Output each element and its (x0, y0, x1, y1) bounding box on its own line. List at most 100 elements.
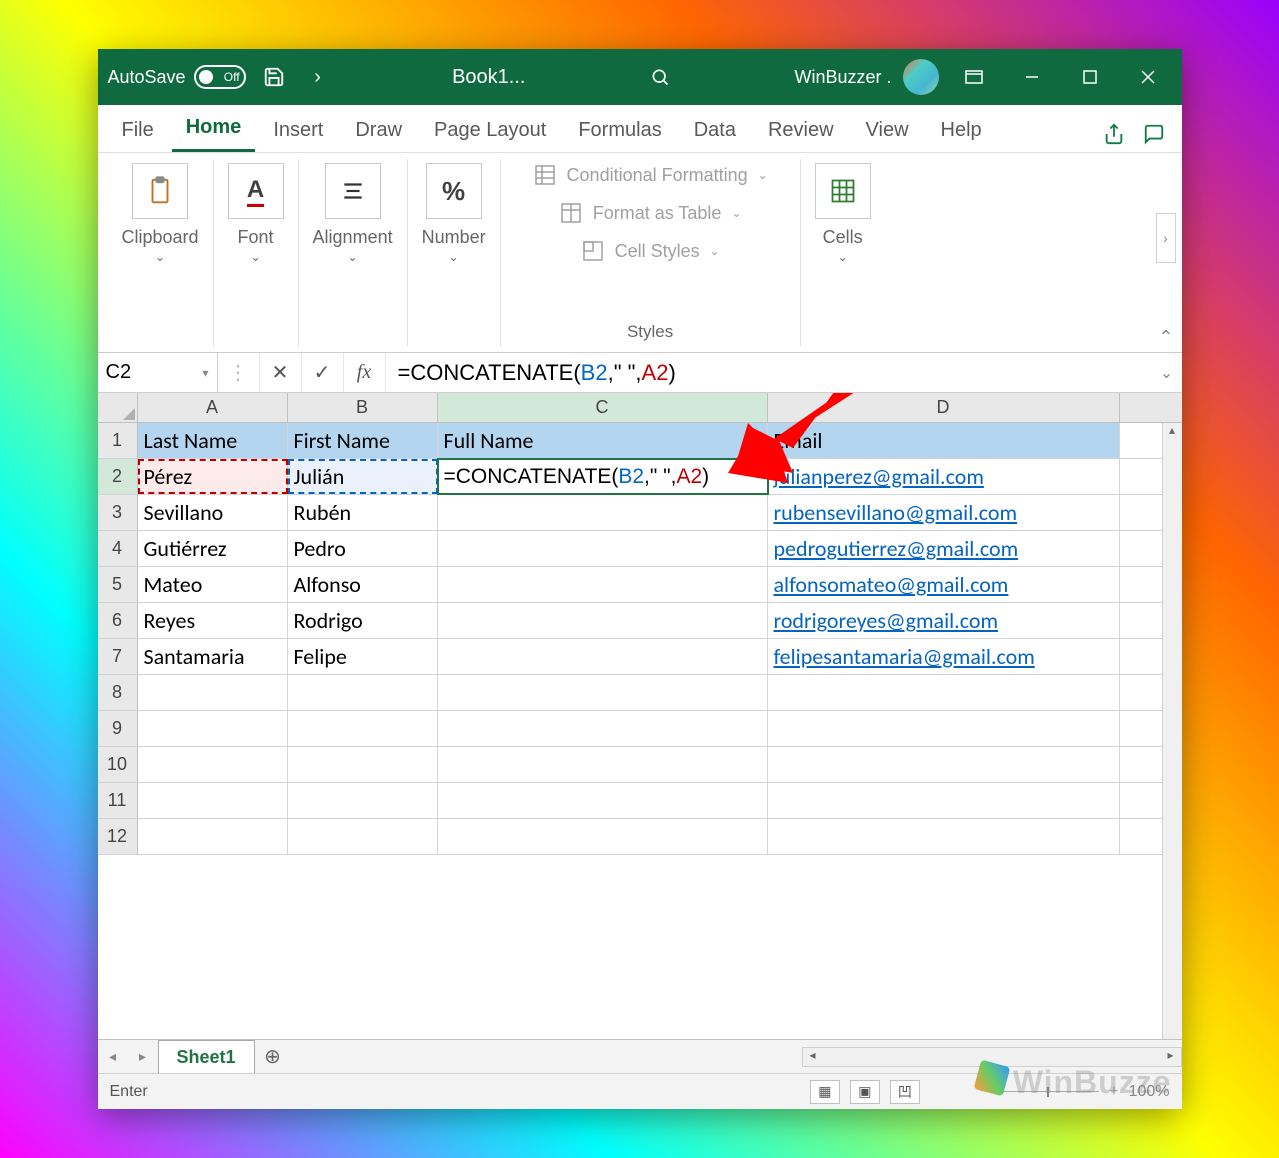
cell[interactable] (768, 711, 1120, 746)
cell[interactable] (768, 783, 1120, 818)
autosave-switch[interactable]: Off (194, 65, 246, 89)
more-qat-icon[interactable]: › (302, 61, 334, 93)
tab-draw[interactable]: Draw (341, 109, 416, 152)
cell-styles-button[interactable]: Cell Styles⌄ (581, 239, 720, 263)
chevron-down-icon[interactable]: ⌄ (155, 250, 165, 264)
cell-first-name[interactable]: Julián (288, 459, 438, 494)
cell-last-name[interactable]: Sevillano (138, 495, 288, 530)
col-header-a[interactable]: A (138, 393, 288, 422)
cell-editing-formula[interactable]: =CONCATENATE(B2," ",A2) (438, 459, 768, 494)
cell[interactable] (138, 747, 288, 782)
cell-last-name[interactable]: Gutiérrez (138, 531, 288, 566)
tab-data[interactable]: Data (680, 109, 750, 152)
cell-first-name[interactable]: Felipe (288, 639, 438, 674)
cell[interactable] (768, 819, 1120, 854)
collapse-ribbon-icon[interactable]: ⌃ (1158, 327, 1173, 348)
fx-button[interactable]: fx (344, 353, 386, 392)
cell[interactable] (138, 783, 288, 818)
row-header[interactable]: 1 (98, 423, 138, 458)
user-avatar[interactable] (903, 59, 939, 95)
header-last-name[interactable]: Last Name (138, 423, 288, 458)
cell[interactable] (288, 747, 438, 782)
tab-insert[interactable]: Insert (259, 109, 337, 152)
header-full-name[interactable]: Full Name (438, 423, 768, 458)
cell-email[interactable]: julianperez@gmail.com (768, 459, 1120, 494)
cell-first-name[interactable]: Rodrigo (288, 603, 438, 638)
view-page-break-icon[interactable]: 凹 (890, 1080, 920, 1104)
cell[interactable] (288, 711, 438, 746)
row-header[interactable]: 9 (98, 711, 138, 746)
sheet-nav-prev[interactable]: ◂ (98, 1048, 128, 1065)
chevron-down-icon[interactable]: ⌄ (838, 250, 848, 264)
cell-first-name[interactable]: Alfonso (288, 567, 438, 602)
tab-view[interactable]: View (852, 109, 923, 152)
cell-first-name[interactable]: Pedro (288, 531, 438, 566)
tab-page-layout[interactable]: Page Layout (420, 109, 560, 152)
tab-review[interactable]: Review (754, 109, 848, 152)
view-page-layout-icon[interactable]: ▣ (850, 1080, 880, 1104)
sheet-nav-next[interactable]: ▸ (128, 1048, 158, 1065)
cell-email[interactable]: rodrigoreyes@gmail.com (768, 603, 1120, 638)
cell-first-name[interactable]: Rubén (288, 495, 438, 530)
minimize-button[interactable] (1009, 61, 1055, 93)
cell[interactable] (438, 711, 768, 746)
cell-full-name[interactable] (438, 639, 768, 674)
cells-button[interactable] (815, 163, 871, 219)
paste-button[interactable] (132, 163, 188, 219)
save-icon[interactable] (258, 61, 290, 93)
cell[interactable] (768, 675, 1120, 710)
search-icon[interactable] (644, 61, 676, 93)
alignment-button[interactable] (325, 163, 381, 219)
cell-last-name[interactable]: Santamaria (138, 639, 288, 674)
expand-formula-bar-icon[interactable]: ⌄ (1152, 353, 1182, 392)
ribbon-mode-button[interactable] (951, 61, 997, 93)
cell[interactable] (438, 675, 768, 710)
formula-more-icon[interactable]: ⋮ (218, 353, 260, 392)
cell-last-name[interactable]: Mateo (138, 567, 288, 602)
row-header[interactable]: 3 (98, 495, 138, 530)
cell[interactable] (438, 819, 768, 854)
user-name[interactable]: WinBuzzer . (794, 67, 891, 88)
conditional-formatting-button[interactable]: Conditional Formatting⌄ (533, 163, 768, 187)
row-header[interactable]: 11 (98, 783, 138, 818)
cell-full-name[interactable] (438, 567, 768, 602)
comments-icon[interactable] (1136, 116, 1172, 152)
cell-email[interactable]: alfonsomateo@gmail.com (768, 567, 1120, 602)
cell[interactable] (768, 747, 1120, 782)
col-header-b[interactable]: B (288, 393, 438, 422)
row-header[interactable]: 10 (98, 747, 138, 782)
chevron-down-icon[interactable]: ⌄ (251, 250, 261, 264)
header-first-name[interactable]: First Name (288, 423, 438, 458)
cell[interactable] (138, 819, 288, 854)
row-header[interactable]: 4 (98, 531, 138, 566)
maximize-button[interactable] (1067, 61, 1113, 93)
cell[interactable] (138, 711, 288, 746)
cell-full-name[interactable] (438, 603, 768, 638)
cell-email[interactable]: rubensevillano@gmail.com (768, 495, 1120, 530)
col-header-d[interactable]: D (768, 393, 1120, 422)
tab-home[interactable]: Home (172, 106, 256, 152)
close-button[interactable] (1125, 61, 1171, 93)
formula-input[interactable]: =CONCATENATE(B2," ",A2) (386, 353, 1152, 392)
cell[interactable] (288, 675, 438, 710)
chevron-down-icon[interactable]: ⌄ (449, 250, 459, 264)
row-header[interactable]: 2 (98, 459, 138, 494)
row-header[interactable]: 8 (98, 675, 138, 710)
number-button[interactable]: % (426, 163, 482, 219)
cell-last-name[interactable]: Reyes (138, 603, 288, 638)
autosave-toggle[interactable]: AutoSave Off (108, 65, 246, 89)
enter-formula-button[interactable]: ✓ (302, 353, 344, 392)
header-email[interactable]: Email (768, 423, 1120, 458)
vertical-scrollbar[interactable]: ▴ (1162, 423, 1182, 1039)
cell[interactable] (288, 783, 438, 818)
cell[interactable] (138, 675, 288, 710)
row-header[interactable]: 6 (98, 603, 138, 638)
cell[interactable] (288, 819, 438, 854)
select-all-corner[interactable] (98, 393, 138, 422)
cell-full-name[interactable] (438, 495, 768, 530)
cell-last-name[interactable]: Pérez (138, 459, 288, 494)
col-header-c[interactable]: C (438, 393, 768, 422)
cell-full-name[interactable] (438, 531, 768, 566)
row-header[interactable]: 5 (98, 567, 138, 602)
chevron-down-icon[interactable]: ⌄ (348, 250, 358, 264)
